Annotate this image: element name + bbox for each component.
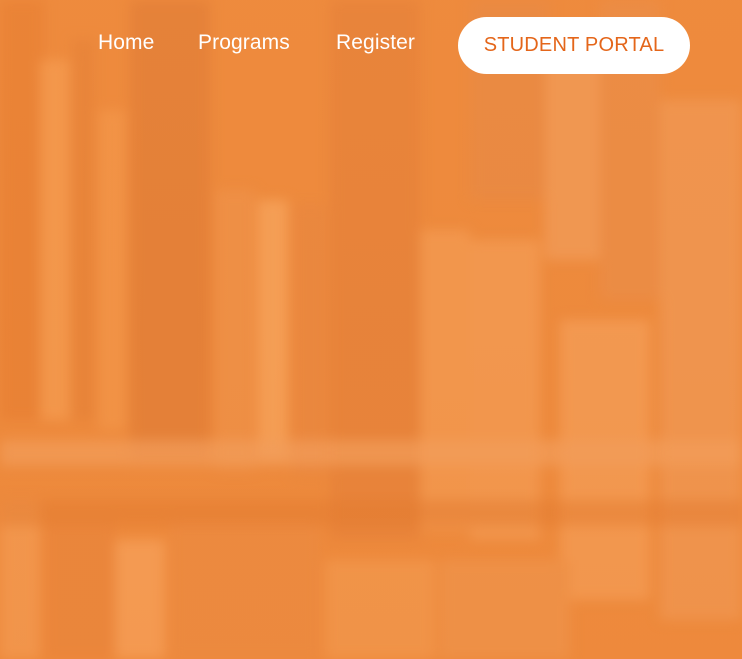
orange-overlay [0, 0, 742, 659]
top-navigation: Home Programs Register STUDENT PORTAL [0, 17, 742, 74]
nav-link-register[interactable]: Register [336, 31, 415, 55]
nav-link-programs[interactable]: Programs [198, 31, 290, 55]
nav-link-home[interactable]: Home [98, 31, 154, 55]
hero-section: Home Programs Register STUDENT PORTAL [0, 0, 742, 659]
bookshelf-background-image [0, 0, 742, 659]
student-portal-button[interactable]: STUDENT PORTAL [458, 17, 690, 74]
